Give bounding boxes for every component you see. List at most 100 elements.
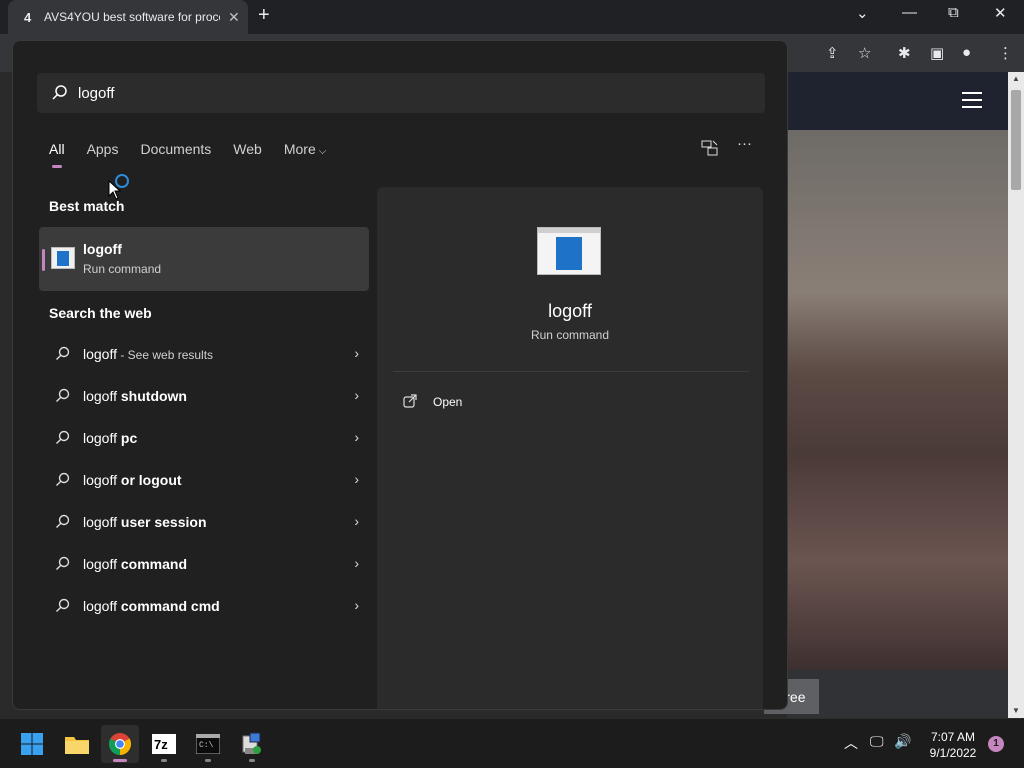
best-match-name: logoff — [83, 241, 122, 257]
share-icon[interactable]: ⇪ — [826, 44, 839, 62]
tab-favicon: 4 — [24, 9, 32, 25]
scroll-down-icon[interactable]: ▼ — [1012, 706, 1020, 715]
web-result-bold: pc — [120, 430, 138, 446]
taskbar-clock[interactable]: 7:07 AM 9/1/2022 — [924, 729, 982, 761]
search-icon — [56, 388, 70, 402]
clock-date: 9/1/2022 — [929, 746, 977, 760]
tab-search-dropdown-icon[interactable]: ⌄ — [856, 4, 869, 22]
web-result-bold: command — [120, 556, 188, 572]
web-result-prefix: logoff — [83, 430, 121, 446]
selection-accent — [42, 249, 45, 271]
notification-badge[interactable]: 1 — [988, 736, 1004, 752]
clock-time: 7:07 AM — [930, 730, 976, 744]
web-result-bold: or logout — [120, 472, 182, 488]
tab-close-icon[interactable]: ✕ — [228, 9, 240, 26]
browser-menu-icon[interactable]: ⋮ — [998, 44, 1013, 62]
tab-title: AVS4YOU best software for proce — [44, 10, 220, 24]
search-icon — [56, 430, 70, 444]
detail-type: Run command — [530, 328, 610, 342]
web-result-text: logoff command — [83, 556, 187, 572]
web-result-bold: user session — [120, 514, 207, 530]
tab-web[interactable]: Web — [233, 141, 262, 165]
network-icon[interactable]: 🖵 — [870, 733, 884, 750]
tab-documents[interactable]: Documents — [140, 141, 211, 165]
chevron-right-icon: › — [354, 471, 359, 487]
web-result-prefix: logoff — [83, 472, 121, 488]
search-icon — [56, 556, 70, 570]
chevron-right-icon: › — [354, 429, 359, 445]
profile-icon[interactable]: ● — [962, 44, 971, 61]
browser-tabbar: 4 AVS4YOU best software for proce ✕ + ⌄ … — [0, 0, 1024, 34]
open-external-icon — [403, 394, 417, 408]
web-result-item[interactable]: logoff command cmd › — [49, 588, 359, 624]
web-result-prefix: logoff — [83, 556, 121, 572]
chevron-right-icon: › — [354, 387, 359, 403]
open-action[interactable]: Open — [393, 387, 749, 417]
7zip-icon[interactable]: 7z — [145, 725, 183, 763]
show-hidden-icons-chevron-icon[interactable]: ︿ — [844, 733, 858, 753]
web-result-prefix: logoff — [83, 598, 121, 614]
result-detail-pane: logoff Run command Open — [377, 187, 763, 709]
windows-start-icon[interactable] — [13, 725, 51, 763]
best-match-heading: Best match — [49, 198, 125, 214]
browser-tab[interactable]: 4 AVS4YOU best software for proce ✕ — [8, 0, 248, 34]
terminal-icon[interactable]: C:\ — [189, 725, 227, 763]
web-result-text: logoff or logout — [83, 472, 182, 488]
tab-more-label: More — [283, 141, 316, 157]
search-icon — [56, 514, 70, 528]
tab-apps[interactable]: Apps — [87, 141, 119, 165]
best-match-item[interactable]: logoff Run command — [39, 227, 369, 291]
web-result-prefix: logoff — [83, 388, 121, 404]
chevron-right-icon: › — [354, 597, 359, 613]
running-indicator — [161, 759, 167, 762]
sidepanel-icon[interactable]: ▣ — [930, 44, 944, 62]
search-web-heading: Search the web — [49, 305, 152, 321]
web-result-item[interactable]: logoff - See web results › — [49, 336, 359, 372]
search-input[interactable] — [78, 81, 678, 105]
busy-spinner-icon — [115, 174, 129, 188]
hero-image — [787, 130, 1008, 670]
file-explorer-icon[interactable] — [58, 725, 96, 763]
restore-button[interactable]: ⧉ — [948, 4, 959, 21]
star-icon[interactable]: ☆ — [858, 44, 871, 62]
scrollbar-thumb[interactable] — [1011, 90, 1021, 190]
search-icon — [56, 346, 70, 360]
divider — [393, 371, 749, 372]
page-scrollbar[interactable]: ▲ ▼ — [1008, 72, 1024, 718]
close-window-button[interactable]: ✕ — [994, 4, 1007, 22]
chrome-icon[interactable] — [101, 725, 139, 763]
search-filter-tabs: All Apps Documents Web More ⌵ — [49, 141, 348, 168]
web-result-text: logoff pc — [83, 430, 137, 446]
web-result-text: logoff - See web results — [83, 346, 213, 362]
running-indicator — [113, 759, 127, 762]
web-result-item[interactable]: logoff user session › — [49, 504, 359, 540]
scroll-up-icon[interactable]: ▲ — [1012, 74, 1020, 83]
chevron-down-icon: ⌵ — [318, 146, 327, 157]
web-result-bold: shutdown — [120, 388, 187, 404]
web-result-text: logoff shutdown — [83, 388, 187, 404]
taskbar: 7z C:\ ︿ 🖵 🔊 7:07 AM 9/1/2022 1 — [0, 718, 1024, 768]
minimize-button[interactable]: — — [902, 4, 917, 21]
tab-all[interactable]: All — [49, 141, 65, 168]
search-box[interactable] — [37, 73, 765, 113]
extensions-icon[interactable]: ✱ — [898, 44, 911, 62]
chevron-right-icon: › — [354, 345, 359, 361]
web-result-text: logoff command cmd — [83, 598, 220, 614]
more-options-icon[interactable]: ··· — [737, 135, 757, 153]
web-result-item[interactable]: logoff shutdown › — [49, 378, 359, 414]
network-setup-icon[interactable] — [233, 725, 271, 763]
web-result-item[interactable]: logoff or logout › — [49, 462, 359, 498]
detail-title: logoff — [548, 301, 592, 321]
web-result-prefix: logoff — [83, 346, 117, 362]
chevron-right-icon: › — [354, 513, 359, 529]
web-result-item[interactable]: logoff pc › — [49, 420, 359, 456]
new-tab-button[interactable]: + — [258, 4, 270, 27]
best-match-type: Run command — [83, 262, 162, 276]
volume-icon[interactable]: 🔊 — [894, 733, 911, 750]
web-result-item[interactable]: logoff command › — [49, 546, 359, 582]
tab-more[interactable]: More ⌵ — [284, 141, 327, 165]
web-result-hint: - See web results — [117, 348, 214, 362]
connected-devices-icon[interactable] — [701, 139, 721, 157]
hamburger-menu-icon[interactable] — [962, 92, 982, 108]
open-action-label: Open — [433, 395, 463, 409]
